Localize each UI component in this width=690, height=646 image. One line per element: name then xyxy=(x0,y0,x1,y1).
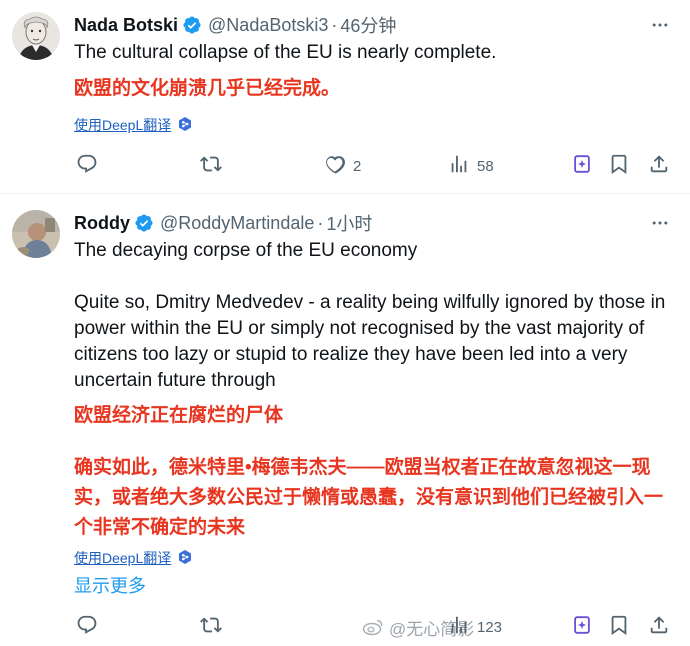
like-icon xyxy=(324,153,346,179)
retweet-button[interactable] xyxy=(200,615,229,639)
translate-label[interactable]: 使用DeepL翻译 xyxy=(74,548,171,568)
more-options-icon[interactable] xyxy=(648,211,672,235)
reply-button[interactable] xyxy=(76,154,105,178)
views-count: 123 xyxy=(477,618,503,636)
translate-link[interactable]: 使用DeepL翻译 xyxy=(74,115,193,135)
tweet-translation-line1: 欧盟经济正在腐烂的尸体 xyxy=(74,405,284,426)
views-button[interactable]: 123 xyxy=(448,615,502,639)
views-icon xyxy=(448,614,470,640)
more-options-icon[interactable] xyxy=(648,13,672,37)
author-name[interactable]: Nada Botski xyxy=(74,15,178,36)
action-bar: 2 58 xyxy=(74,154,676,178)
views-button[interactable]: 58 xyxy=(448,154,494,178)
grok-button[interactable] xyxy=(571,615,593,639)
retweet-icon xyxy=(200,153,222,179)
author-handle[interactable]: @NadaBotski3 xyxy=(208,15,328,36)
bookmark-button[interactable] xyxy=(608,615,630,639)
share-button[interactable] xyxy=(648,615,670,639)
tweet-roddy[interactable]: Roddy @RoddyMartindale · 1小时 The decayin… xyxy=(0,196,690,646)
reply-icon xyxy=(76,153,98,179)
separator: · xyxy=(317,212,324,233)
timestamp[interactable]: 1小时 xyxy=(326,210,372,236)
author-name[interactable]: Roddy xyxy=(74,213,130,234)
bookmark-icon xyxy=(608,153,630,179)
verified-badge-icon xyxy=(134,213,154,233)
grok-button[interactable] xyxy=(571,154,593,178)
tweet-text: The cultural collapse of the EU is nearl… xyxy=(74,42,497,63)
show-more-link[interactable]: 显示更多 xyxy=(74,572,146,598)
deepl-icon xyxy=(177,116,193,135)
like-button[interactable]: 2 xyxy=(324,154,361,178)
grok-icon xyxy=(571,153,593,179)
retweet-icon xyxy=(200,614,222,640)
share-button[interactable] xyxy=(648,154,670,178)
tweet-text-body: Quite so, Dmitry Medvedev - a reality be… xyxy=(74,292,666,391)
tweet-text-translation: 欧盟的文化崩溃几乎已经完成。 xyxy=(74,78,341,99)
grok-icon xyxy=(571,614,593,640)
weibo-icon xyxy=(362,618,384,636)
translate-label[interactable]: 使用DeepL翻译 xyxy=(74,115,171,135)
tweet-header: Nada Botski @NadaBotski3 · 46分钟 xyxy=(74,13,396,37)
tweet-translation-body: 确实如此，德米特里•梅德韦杰夫——欧盟当权者正在故意忽视这一现实，或者绝大多数公… xyxy=(74,457,664,538)
bookmark-button[interactable] xyxy=(608,154,630,178)
reply-icon xyxy=(76,614,98,640)
avatar[interactable] xyxy=(12,12,60,60)
share-icon xyxy=(648,153,670,179)
author-handle[interactable]: @RoddyMartindale xyxy=(160,213,314,234)
deepl-icon xyxy=(177,549,193,568)
bookmark-icon xyxy=(608,614,630,640)
action-bar: @无心简影 123 xyxy=(74,615,676,639)
views-count: 58 xyxy=(477,157,494,175)
avatar[interactable] xyxy=(12,210,60,258)
tweet-divider xyxy=(0,193,690,194)
retweet-button[interactable] xyxy=(200,154,229,178)
tweet-text-line1: The decaying corpse of the EU economy xyxy=(74,240,418,261)
verified-badge-icon xyxy=(182,15,202,35)
reply-button[interactable] xyxy=(76,615,105,639)
translate-link[interactable]: 使用DeepL翻译 xyxy=(74,548,193,568)
like-count: 2 xyxy=(353,157,362,175)
tweet-header: Roddy @RoddyMartindale · 1小时 xyxy=(74,211,372,235)
timestamp[interactable]: 46分钟 xyxy=(340,12,396,38)
share-icon xyxy=(648,614,670,640)
tweet-nada-botski[interactable]: Nada Botski @NadaBotski3 · 46分钟 The cult… xyxy=(0,0,690,193)
views-icon xyxy=(448,153,470,179)
separator: · xyxy=(331,14,338,35)
